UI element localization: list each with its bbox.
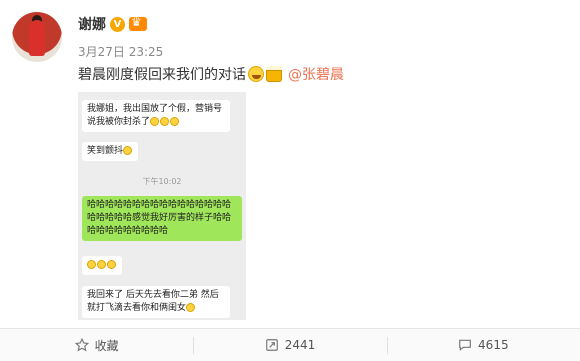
chat-message-text: 哈哈哈哈哈哈哈哈哈哈哈哈哈哈哈哈哈哈哈哈哈感觉我好厉害的样子哈哈哈哈哈哈哈哈哈哈… <box>87 200 232 236</box>
verified-badge-icon: V <box>110 16 125 32</box>
author-name[interactable]: 谢娜 <box>78 14 106 34</box>
avatar[interactable] <box>12 12 62 62</box>
favorite-label: 收藏 <box>94 338 119 353</box>
chat-message-2: 笑到颤抖 <box>82 142 139 161</box>
crown-icon <box>129 15 147 31</box>
repost-button[interactable]: 2441 <box>193 329 386 361</box>
weibo-post: 谢娜 V 3月27日 23:25 碧晨刚度假回来我们的对话 @张碧晨 我娜姐，我… <box>0 0 580 361</box>
repost-icon <box>265 339 278 351</box>
laugh-emoji-icon <box>170 117 180 126</box>
laugh-emoji-icon <box>150 117 160 126</box>
star-icon <box>74 338 89 352</box>
chat-message-4 <box>82 256 122 275</box>
avatar-figure <box>29 20 45 56</box>
laugh-emoji-icon <box>97 260 106 269</box>
chat-message-5: 我回来了 后天先去看你二弟 然后就打飞滴去看你和俩闺女 <box>82 286 230 318</box>
smile-emoji-icon <box>186 303 196 312</box>
chat-message-text: 笑到颤抖 <box>87 146 124 156</box>
chat-time: 下午10:02 <box>142 177 182 186</box>
comment-icon <box>459 339 471 351</box>
comment-count: 4615 <box>478 338 509 352</box>
laugh-emoji-icon <box>107 260 116 269</box>
post-body: 碧晨刚度假回来我们的对话 <box>78 67 246 83</box>
favorite-button[interactable]: 收藏 <box>0 329 193 361</box>
chat-screenshot[interactable]: 我娜姐，我出国放了个假，营销号说我被你封杀了 笑到颤抖 下午10:02 哈哈哈哈… <box>78 92 246 320</box>
action-toolbar: 收藏 2441 4615 <box>0 328 580 361</box>
post-timestamp[interactable]: 3月27日 23:25 <box>78 43 163 60</box>
mention-link[interactable]: @张碧晨 <box>288 64 344 84</box>
post-text: 碧晨刚度假回来我们的对话 @张碧晨 <box>78 64 344 84</box>
laugh-emoji-icon <box>248 66 264 82</box>
comment-button[interactable]: 4615 <box>386 329 580 361</box>
chat-message-text: 我回来了 后天先去看你二弟 然后就打飞滴去看你和俩闺女 <box>87 290 219 313</box>
author-row: 谢娜 V <box>78 14 147 34</box>
chat-message-3: 哈哈哈哈哈哈哈哈哈哈哈哈哈哈哈哈哈哈哈哈哈感觉我好厉害的样子哈哈哈哈哈哈哈哈哈哈… <box>82 196 242 241</box>
laugh-emoji-icon <box>87 260 96 269</box>
beer-icon <box>266 66 282 82</box>
chat-message-1: 我娜姐，我出国放了个假，营销号说我被你封杀了 <box>82 100 230 132</box>
repost-count: 2441 <box>284 338 316 352</box>
smile-emoji-icon <box>123 146 133 155</box>
laugh-emoji-icon <box>160 117 170 126</box>
